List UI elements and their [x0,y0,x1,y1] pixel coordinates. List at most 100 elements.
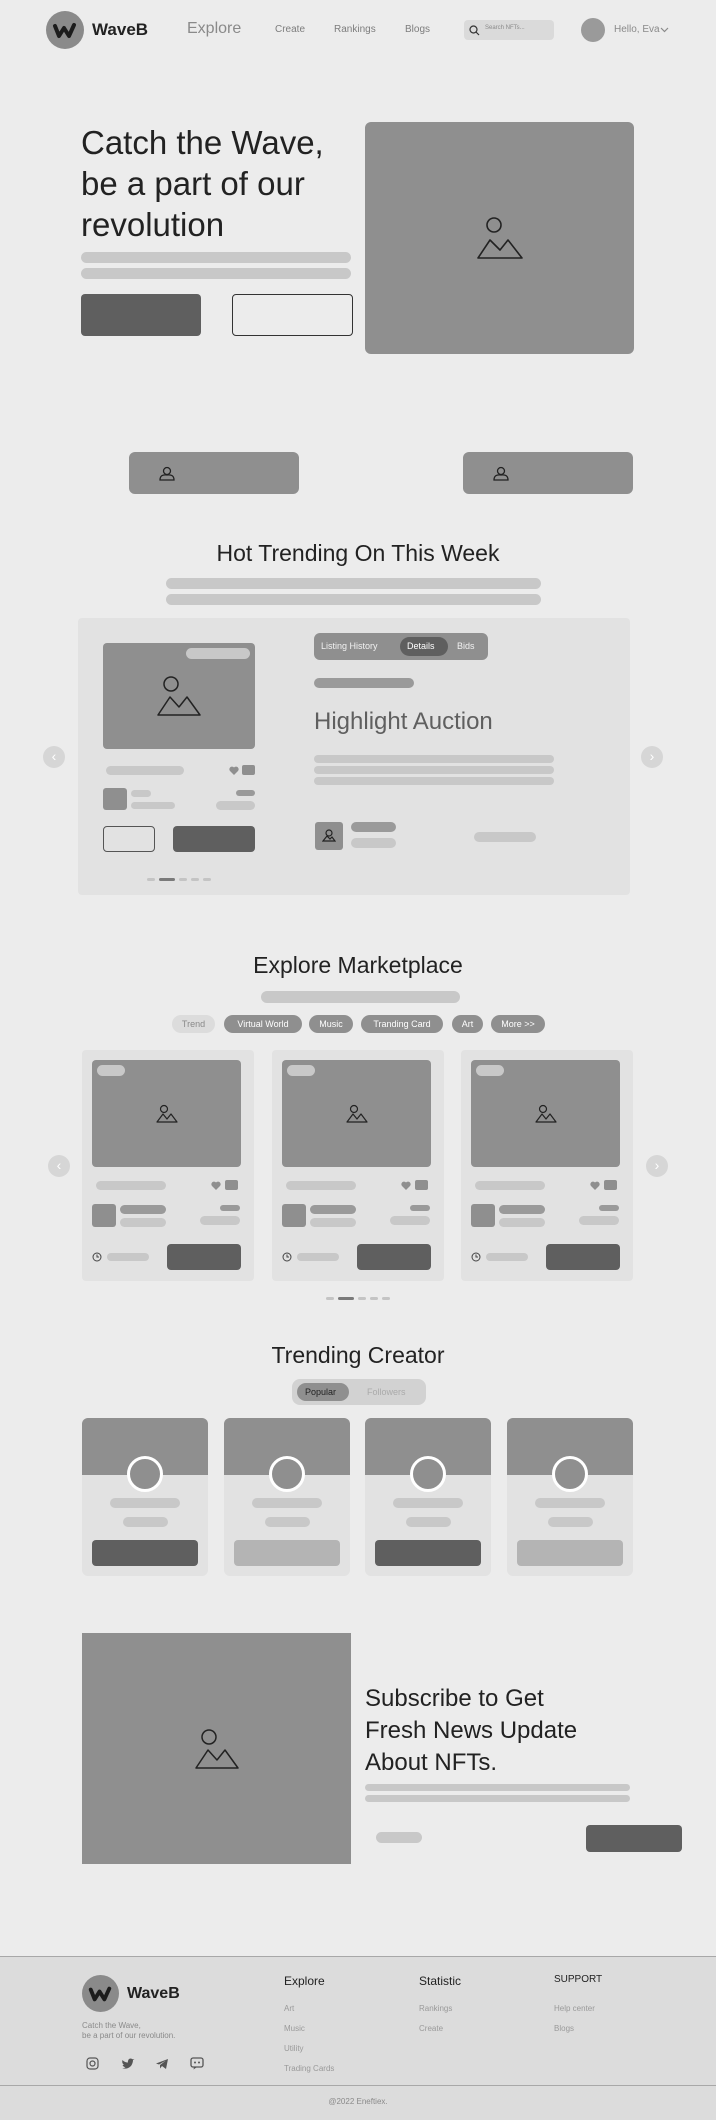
footer-link-music[interactable]: Music [284,2024,305,2033]
creator-avatar[interactable] [269,1456,305,1492]
creator-avatar[interactable] [282,1204,306,1227]
hero-secondary-button[interactable] [232,294,353,336]
carousel-dot[interactable] [358,1297,366,1300]
chevron-left-icon[interactable]: ‹ [48,1155,70,1177]
nft-card-image[interactable] [471,1060,620,1167]
user-icon [322,829,336,842]
email-input-placeholder[interactable] [376,1832,422,1843]
price-label-line [220,1205,240,1211]
heart-icon[interactable] [590,1181,600,1190]
telegram-icon[interactable] [155,2058,169,2070]
creator-card[interactable] [365,1418,491,1576]
creator-card[interactable] [507,1418,633,1576]
like-count [604,1180,617,1190]
carousel-dot-active[interactable] [338,1297,354,1300]
logo-icon[interactable] [46,11,84,49]
creator-avatar[interactable] [552,1456,588,1492]
follow-button[interactable] [517,1540,623,1566]
heart-icon[interactable] [229,766,239,775]
filter-art[interactable]: Art [452,1015,483,1033]
nav-blogs[interactable]: Blogs [405,24,430,35]
nft-card-buy-button[interactable] [167,1244,241,1270]
tab-followers[interactable]: Followers [367,1387,406,1397]
creator-card[interactable] [82,1418,208,1576]
footer-link-blogs[interactable]: Blogs [554,2024,574,2033]
hero-title: Catch the Wave, be a part of our revolut… [81,122,324,245]
filter-more[interactable]: More >> [491,1015,545,1033]
filter-music[interactable]: Music [309,1015,353,1033]
nft-card[interactable] [272,1050,444,1281]
carousel-dot[interactable] [179,878,187,881]
creator-avatar[interactable] [92,1204,116,1227]
creator-card[interactable] [224,1418,350,1576]
nft-card[interactable] [461,1050,633,1281]
carousel-dot[interactable] [147,878,155,881]
like-count [242,765,255,775]
trending-nft-image[interactable] [103,643,255,749]
trending-outline-button[interactable] [103,826,155,852]
creator-name-line [131,790,151,797]
nft-card-image[interactable] [282,1060,431,1167]
chevron-right-icon[interactable]: › [641,746,663,768]
user-greeting[interactable]: Hello, Eva [614,24,660,35]
filter-trading-card[interactable]: Tranding Card [361,1015,443,1033]
nft-card[interactable] [82,1050,254,1281]
header: WaveB Explore Create Rankings Blogs Sear… [20,0,716,60]
hero-text-line [81,252,351,263]
avatar[interactable] [581,18,605,42]
time-left-line [107,1253,149,1261]
auction-label-line [314,678,414,688]
carousel-dot[interactable] [326,1297,334,1300]
creator-avatar[interactable] [103,788,127,810]
twitter-icon[interactable] [121,2058,135,2070]
nft-card-buy-button[interactable] [357,1244,431,1270]
nft-card-image[interactable] [92,1060,241,1167]
follow-button[interactable] [375,1540,481,1566]
nav-explore[interactable]: Explore [187,20,241,38]
nft-card-buy-button[interactable] [546,1244,620,1270]
footer-link-art[interactable]: Art [284,2004,294,2013]
tab-listing-history[interactable]: Listing History [321,641,378,651]
subscribe-button[interactable] [586,1825,682,1852]
carousel-dot[interactable] [370,1297,378,1300]
heart-icon[interactable] [401,1181,411,1190]
search-input[interactable]: Search NFTs... [464,20,554,40]
tab-details[interactable]: Details [407,641,435,651]
follow-button[interactable] [234,1540,340,1566]
carousel-dot[interactable] [382,1297,390,1300]
trending-bid-button[interactable] [173,826,255,852]
carousel-dot[interactable] [191,878,199,881]
creator-followers-line [406,1517,451,1527]
creator-avatar[interactable] [127,1456,163,1492]
footer-link-create[interactable]: Create [419,2024,443,2033]
stat-card-left[interactable] [129,452,299,494]
carousel-dot[interactable] [203,878,211,881]
footer-link-trading-cards[interactable]: Trading Cards [284,2064,334,2073]
creator-avatar[interactable] [410,1456,446,1492]
chevron-down-icon[interactable] [660,27,669,33]
footer-link-rankings[interactable]: Rankings [419,2004,452,2013]
creator-avatar[interactable] [471,1204,495,1227]
filter-trend[interactable]: Trend [172,1015,215,1033]
owner-avatar[interactable] [315,822,343,850]
footer-link-utility[interactable]: Utility [284,2044,304,2053]
stat-card-right[interactable] [463,452,633,494]
footer-logo-icon[interactable] [82,1975,119,2012]
carousel-dot-active[interactable] [159,878,175,881]
auction-text-line [314,766,554,774]
instagram-icon[interactable] [86,2057,99,2070]
nav-create[interactable]: Create [275,24,305,35]
chevron-left-icon[interactable]: ‹ [43,746,65,768]
tab-bids[interactable]: Bids [457,641,475,651]
hero-primary-button[interactable] [81,294,201,336]
brand-name[interactable]: WaveB [92,20,148,40]
heart-icon[interactable] [211,1181,221,1190]
chevron-right-icon[interactable]: › [646,1155,668,1177]
discord-icon[interactable] [190,2057,204,2070]
footer-link-help-center[interactable]: Help center [554,2004,595,2013]
footer-brand[interactable]: WaveB [127,1985,180,2003]
filter-virtual-world[interactable]: Virtual World [224,1015,302,1033]
tab-popular[interactable]: Popular [305,1387,336,1397]
follow-button[interactable] [92,1540,198,1566]
nav-rankings[interactable]: Rankings [334,24,376,35]
